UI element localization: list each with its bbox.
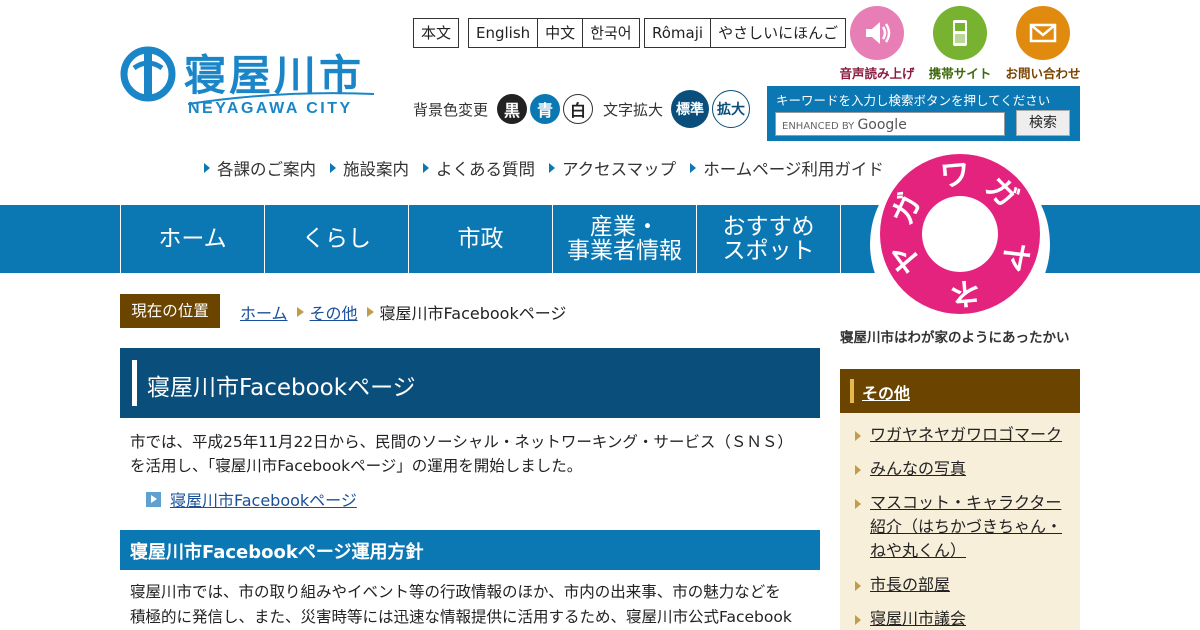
sub-link-access-map[interactable]: アクセスマップ: [549, 156, 676, 180]
lang-link-easy-japanese[interactable]: やさしいにほんご: [710, 18, 847, 48]
sidebar-item-mayor[interactable]: 市長の部屋: [870, 573, 1070, 597]
lang-link-english[interactable]: English: [468, 18, 538, 48]
bg-white-button[interactable]: 白: [563, 94, 594, 124]
sub-link-label: ホームページ利用ガイド: [703, 160, 884, 179]
badge-ring-char: ワ: [938, 157, 971, 194]
font-standard-button[interactable]: 標準: [671, 90, 710, 128]
search-placeholder-small: ENHANCED BY: [782, 121, 855, 132]
sub-link-site-guide[interactable]: ホームページ利用ガイド: [690, 156, 884, 180]
lang-link-korean[interactable]: 한국어: [582, 18, 640, 48]
page-title-box: 寝屋川市Facebookページ: [120, 348, 820, 418]
page-title: 寝屋川市Facebookページ: [147, 375, 416, 401]
lang-link-body[interactable]: 本文: [413, 18, 460, 48]
site-search: キーワードを入力し検索ボタンを押してください ENHANCED BY Googl…: [767, 86, 1080, 141]
font-size-label: 文字拡大: [603, 100, 664, 119]
external-link-icon: [146, 491, 161, 507]
contact-link[interactable]: お問い合わせ: [1002, 6, 1084, 82]
arrow-right-icon: [690, 163, 697, 173]
arrow-right-icon: [204, 163, 210, 173]
sidebar-item-logomark[interactable]: ワガヤネヤガワロゴマーク: [870, 423, 1070, 447]
intro-line: 市では、平成25年11月22日から、民間のソーシャル・ネットワーキング・サービス…: [130, 433, 793, 451]
section-heading-box: 寝屋川市Facebookページ運用方針: [120, 530, 820, 570]
sub-link-label: 各課のご案内: [217, 160, 316, 179]
sidebar-arrow-icon: [855, 615, 861, 625]
sub-link-label: アクセスマップ: [562, 160, 677, 179]
facebook-page-link-text[interactable]: 寝屋川市Facebookページ: [170, 487, 357, 511]
sidebar-item-mascot[interactable]: マスコット・キャラクター紹介（はちかづきちゃん・ねや丸くん）: [870, 491, 1070, 563]
sub-link-facilities[interactable]: 施設案内: [330, 156, 409, 180]
title-accent-bar: [132, 360, 137, 406]
sub-link-faq[interactable]: よくある質問: [423, 156, 535, 180]
lang-link-chinese[interactable]: 中文: [537, 18, 583, 48]
search-input[interactable]: ENHANCED BY Google: [775, 112, 1005, 136]
facebook-page-link[interactable]: 寝屋川市Facebookページ: [146, 487, 357, 511]
sidebar-heading[interactable]: その他: [862, 380, 910, 404]
sub-link-label: 施設案内: [343, 160, 409, 179]
contact-label: お問い合わせ: [1005, 66, 1081, 81]
nav-home[interactable]: ホーム: [120, 205, 264, 273]
speaker-icon: [850, 6, 904, 60]
bg-black-button[interactable]: 黒: [497, 94, 528, 124]
site-logo[interactable]: 寝屋川市 NEYAGAWA CITY: [120, 44, 380, 122]
nav-business[interactable]: 産業・ 事業者情報: [552, 205, 696, 273]
arrow-right-icon: [549, 163, 555, 173]
breadcrumb-arrow-icon: [296, 307, 304, 317]
policy-line: 積極的に発信し、また、災害時等には迅速な情報提供に活用するため、寝屋川市公式Fa…: [130, 608, 792, 626]
sidebar-item-council[interactable]: 寝屋川市議会: [870, 607, 1070, 630]
top-utility-icons: 音声読み上げ 携帯サイト お問い合わせ: [836, 6, 1086, 82]
sidebar-arrow-icon: [855, 581, 861, 591]
breadcrumb: ホーム その他 寝屋川市Facebookページ: [240, 300, 566, 324]
breadcrumb-label: 現在の位置: [120, 294, 220, 328]
mail-icon: [1016, 6, 1070, 60]
badge-ring-char: ネ: [949, 274, 982, 311]
sidebar-accent-bar: [850, 379, 854, 403]
nav-spots[interactable]: おすすめ スポット: [696, 205, 840, 273]
breadcrumb-current: 寝屋川市Facebookページ: [379, 304, 567, 323]
intro-paragraph: 市では、平成25年11月22日から、民間のソーシャル・ネットワーキング・サービス…: [130, 430, 820, 478]
breadcrumb-link-home[interactable]: ホーム: [240, 300, 288, 324]
policy-line: 寝屋川市では、市の取り組みやイベント等の行政情報のほか、市内の出来事、市の魅力な…: [130, 583, 781, 601]
mobile-site-link[interactable]: 携帯サイト: [919, 6, 1001, 82]
mobile-site-label: 携帯サイト: [928, 66, 992, 81]
sub-link-label: よくある質問: [436, 160, 535, 179]
bg-blue-button[interactable]: 青: [530, 94, 561, 124]
lang-link-romaji[interactable]: Rômaji: [644, 18, 711, 48]
logo-name-en: NEYAGAWA CITY: [188, 100, 353, 117]
section-heading: 寝屋川市Facebookページ運用方針: [130, 542, 424, 563]
accessibility-controls: 背景色変更 黒 青 白 文字拡大 標準 拡大: [413, 90, 751, 128]
sidebar-heading-box: その他: [840, 369, 1080, 413]
wagaya-neyagawa-badge[interactable]: ワガヤネヤガ: [868, 152, 1052, 336]
nav-city-administration[interactable]: 市政: [408, 205, 552, 273]
language-group-simple: Rômaji やさしいにほんご: [644, 18, 847, 48]
sidebar-list: ワガヤネヤガワロゴマーク みんなの写真 マスコット・キャラクター紹介（はちかづき…: [840, 413, 1080, 630]
sidebar-arrow-icon: [855, 465, 861, 475]
sidebar-item-photos[interactable]: みんなの写真: [870, 457, 1070, 481]
nav-divider: [840, 205, 841, 273]
search-placeholder-brand: Google: [857, 117, 907, 133]
bg-color-label: 背景色変更: [413, 100, 489, 119]
nav-living[interactable]: くらし: [264, 205, 408, 273]
search-button[interactable]: 検索: [1016, 110, 1070, 136]
mobile-phone-icon: [933, 6, 987, 60]
arrow-right-icon: [330, 163, 336, 173]
font-large-button[interactable]: 拡大: [712, 90, 751, 128]
language-group-main: 本文: [413, 18, 460, 48]
intro-line: を活用し、「寝屋川市Facebookページ」の運用を開始しました。: [130, 457, 583, 475]
sidebar-arrow-icon: [855, 499, 861, 509]
voice-reader-label: 音声読み上げ: [839, 66, 915, 81]
sub-navigation: 各課のご案内 施設案内 よくある質問 アクセスマップ ホームページ利用ガイド: [204, 156, 898, 180]
sub-link-departments[interactable]: 各課のご案内: [204, 156, 316, 180]
breadcrumb-arrow-icon: [366, 307, 374, 317]
breadcrumb-link-other[interactable]: その他: [310, 300, 358, 324]
badge-caption: 寝屋川市はわが家のようにあったかい: [840, 330, 1070, 346]
search-hint: キーワードを入力し検索ボタンを押してください: [776, 93, 1051, 108]
voice-reader-link[interactable]: 音声読み上げ: [836, 6, 918, 82]
language-group-foreign: English 中文 한국어: [468, 18, 640, 48]
arrow-right-icon: [423, 163, 429, 173]
sidebar-arrow-icon: [855, 431, 861, 441]
policy-paragraph: 寝屋川市では、市の取り組みやイベント等の行政情報のほか、市内の出来事、市の魅力な…: [130, 580, 815, 630]
city-emblem-icon: [120, 46, 176, 102]
